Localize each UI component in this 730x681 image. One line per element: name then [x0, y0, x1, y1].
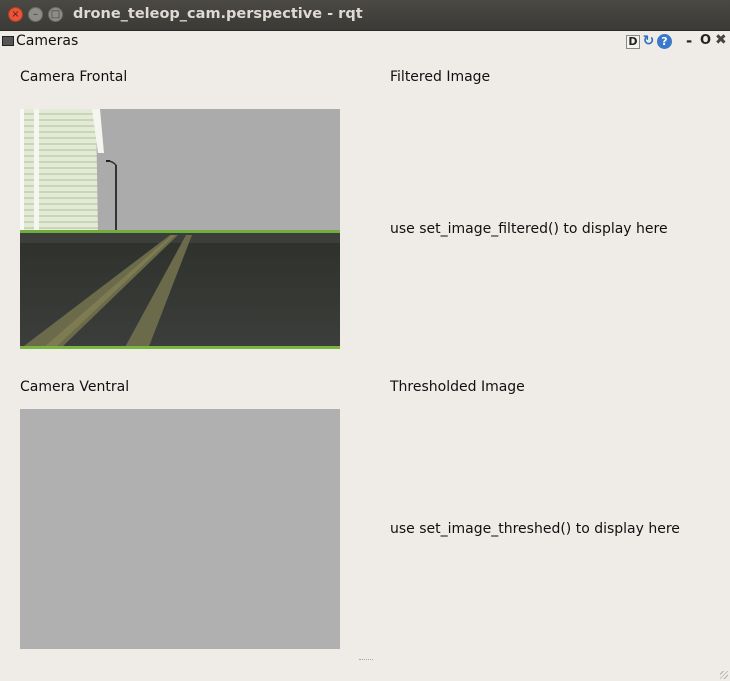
window-minimize-button[interactable]: –	[28, 7, 43, 22]
window-title: drone_teleop_cam.perspective - rqt	[73, 6, 363, 22]
filtered-image-message: use set_image_filtered() to display here	[390, 221, 668, 237]
window-close-button[interactable]: ×	[8, 7, 23, 22]
dock-minimize-button[interactable]: -	[686, 32, 692, 50]
camera-frontal-image	[20, 109, 340, 349]
dock-window-icon	[2, 36, 14, 46]
filtered-image-label: Filtered Image	[390, 69, 491, 85]
dock-close-icon[interactable]: ✖	[715, 32, 727, 48]
resize-grip[interactable]	[359, 659, 373, 662]
camera-ventral-label: Camera Ventral	[20, 379, 130, 395]
camera-frontal-label: Camera Frontal	[20, 69, 128, 85]
refresh-icon[interactable]: ↻	[641, 34, 656, 49]
debug-d-button[interactable]: D	[626, 35, 640, 49]
frontal-scene	[20, 109, 340, 349]
help-icon[interactable]: ?	[657, 34, 672, 49]
dock-title: Cameras	[16, 33, 79, 49]
window-titlebar[interactable]: × – □ drone_teleop_cam.perspective - rqt	[0, 0, 730, 31]
thresholded-image-message: use set_image_threshed() to display here	[390, 521, 680, 537]
window-resize-corner[interactable]	[720, 671, 728, 679]
camera-ventral-image	[20, 409, 340, 649]
dock-header[interactable]: Cameras D ↻ ? - O ✖	[0, 31, 730, 53]
dock-float-button[interactable]: O	[700, 33, 711, 48]
window-maximize-button[interactable]: □	[48, 7, 63, 22]
thresholded-image-label: Thresholded Image	[390, 379, 525, 395]
